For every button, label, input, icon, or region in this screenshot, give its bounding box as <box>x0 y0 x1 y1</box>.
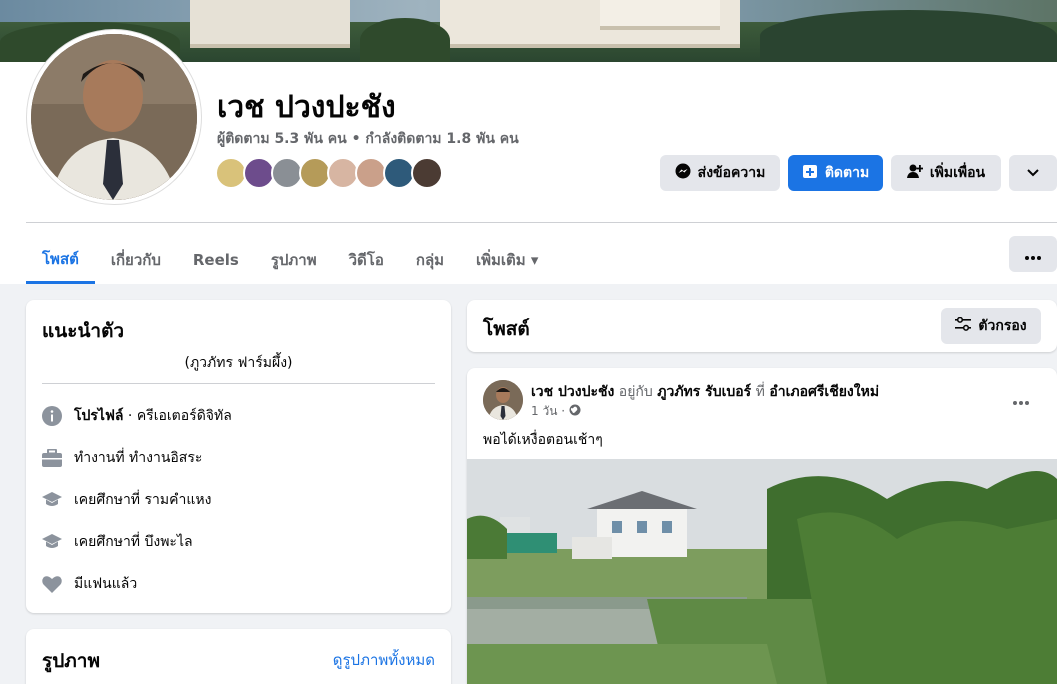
intro-profile-label[interactable]: โปรไฟล์ <box>74 408 123 424</box>
tab-posts[interactable]: โพสต์ <box>26 236 95 284</box>
heart-icon <box>42 574 62 594</box>
intro-education-row-2: เคยศึกษาที่ บึงพะไล <box>42 531 193 553</box>
post-time[interactable]: 1 วัน · <box>531 402 565 421</box>
filter-button[interactable]: ตัวกรอง <box>941 308 1041 344</box>
graduation-cap-icon <box>42 490 62 510</box>
profile-tabs: โพสต์ เกี่ยวกับ Reels รูปภาพ วิดีโอ กลุ่… <box>26 236 554 284</box>
tab-groups[interactable]: กลุ่ม <box>400 236 460 284</box>
post-with-text: อยู่กับ <box>614 384 658 400</box>
intro-work: ทำงานที่ ทำงานอิสระ <box>74 450 203 466</box>
add-friend-label: เพิ่มเพื่อน <box>929 165 986 181</box>
message-button[interactable]: ส่งข้อความ <box>660 155 780 191</box>
photos-title: รูปภาพ <box>42 650 100 672</box>
tab-reels[interactable]: Reels <box>177 236 255 284</box>
post-header-line: เวช ปวงปะชัง อยู่กับ ภูวภัทร รับเบอร์ ที… <box>531 381 879 403</box>
follower-stats[interactable]: ผู้ติดตาม 5.3 พัน คน • กำลังติดตาม 1.8 พ… <box>217 128 519 150</box>
tab-videos[interactable]: วิดีโอ <box>333 236 400 284</box>
post-author-name[interactable]: เวช ปวงปะชัง <box>531 384 614 400</box>
add-friend-icon <box>906 163 924 183</box>
intro-education-1: เคยศึกษาที่ รามคำแหง <box>74 492 212 508</box>
post-at-text: ที่ <box>751 384 770 400</box>
more-dots-icon <box>1025 245 1041 264</box>
friend-avatar[interactable] <box>411 157 443 189</box>
briefcase-icon <box>42 448 62 468</box>
tab-photos[interactable]: รูปภาพ <box>255 236 333 284</box>
intro-education-row-1: เคยศึกษาที่ รามคำแหง <box>42 489 211 511</box>
tabs-more-button[interactable] <box>1009 236 1057 272</box>
messenger-icon <box>675 163 691 183</box>
intro-work-row: ทำงานที่ ทำงานอิสระ <box>42 447 202 469</box>
intro-title: แนะนำตัว <box>42 320 125 342</box>
post-text: พอได้เหงื่อตอนเช้าๆ <box>483 432 603 448</box>
post-meta: 1 วัน · <box>531 402 581 421</box>
more-dots-icon <box>1013 390 1029 409</box>
more-actions-button[interactable] <box>1009 155 1057 191</box>
intro-profile-value: · ครีเอเตอร์ดิจิทัล <box>123 408 232 424</box>
filter-icon <box>955 316 972 335</box>
follow-label: ติดตาม <box>824 165 870 181</box>
post-location[interactable]: อำเภอศรีเชียงใหม่ <box>769 384 879 400</box>
intro-relationship-row: มีแฟนแล้ว <box>42 573 137 595</box>
message-label: ส่งข้อความ <box>697 165 766 181</box>
follow-button[interactable]: ติดตาม <box>788 155 883 191</box>
follow-icon <box>802 163 818 183</box>
header-divider <box>26 222 1057 223</box>
intro-relationship: มีแฟนแล้ว <box>74 576 138 592</box>
post-photo[interactable] <box>467 459 1057 684</box>
filter-label: ตัวกรอง <box>978 318 1027 334</box>
add-friend-button[interactable]: เพิ่มเพื่อน <box>891 155 1001 191</box>
graduation-cap-icon <box>42 532 62 552</box>
info-icon <box>42 406 62 426</box>
post-author-avatar[interactable] <box>483 380 523 420</box>
chevron-down-icon <box>1027 165 1039 181</box>
posts-title: โพสต์ <box>483 318 530 340</box>
intro-profile-row: โปรไฟล์ · ครีเอเตอร์ดิจิทัล <box>42 405 232 427</box>
post-options-button[interactable] <box>1003 390 1039 408</box>
profile-name: เวช ปวงปะชัง <box>217 90 396 125</box>
profile-avatar[interactable] <box>27 30 201 204</box>
intro-divider <box>42 383 435 384</box>
intro-education-2: เคยศึกษาที่ บึงพะไล <box>74 534 193 550</box>
globe-icon <box>569 404 581 419</box>
post-tagged-person[interactable]: ภูวภัทร รับเบอร์ <box>657 384 751 400</box>
friend-avatars[interactable] <box>215 157 443 191</box>
intro-bio: (ภูวภัทร ฟาร์มผึ้ง) <box>184 355 293 371</box>
tab-about[interactable]: เกี่ยวกับ <box>95 236 177 284</box>
tab-more[interactable]: เพิ่มเติม ▾ <box>460 236 554 284</box>
see-all-photos-link[interactable]: ดูรูปภาพทั้งหมด <box>300 648 435 672</box>
